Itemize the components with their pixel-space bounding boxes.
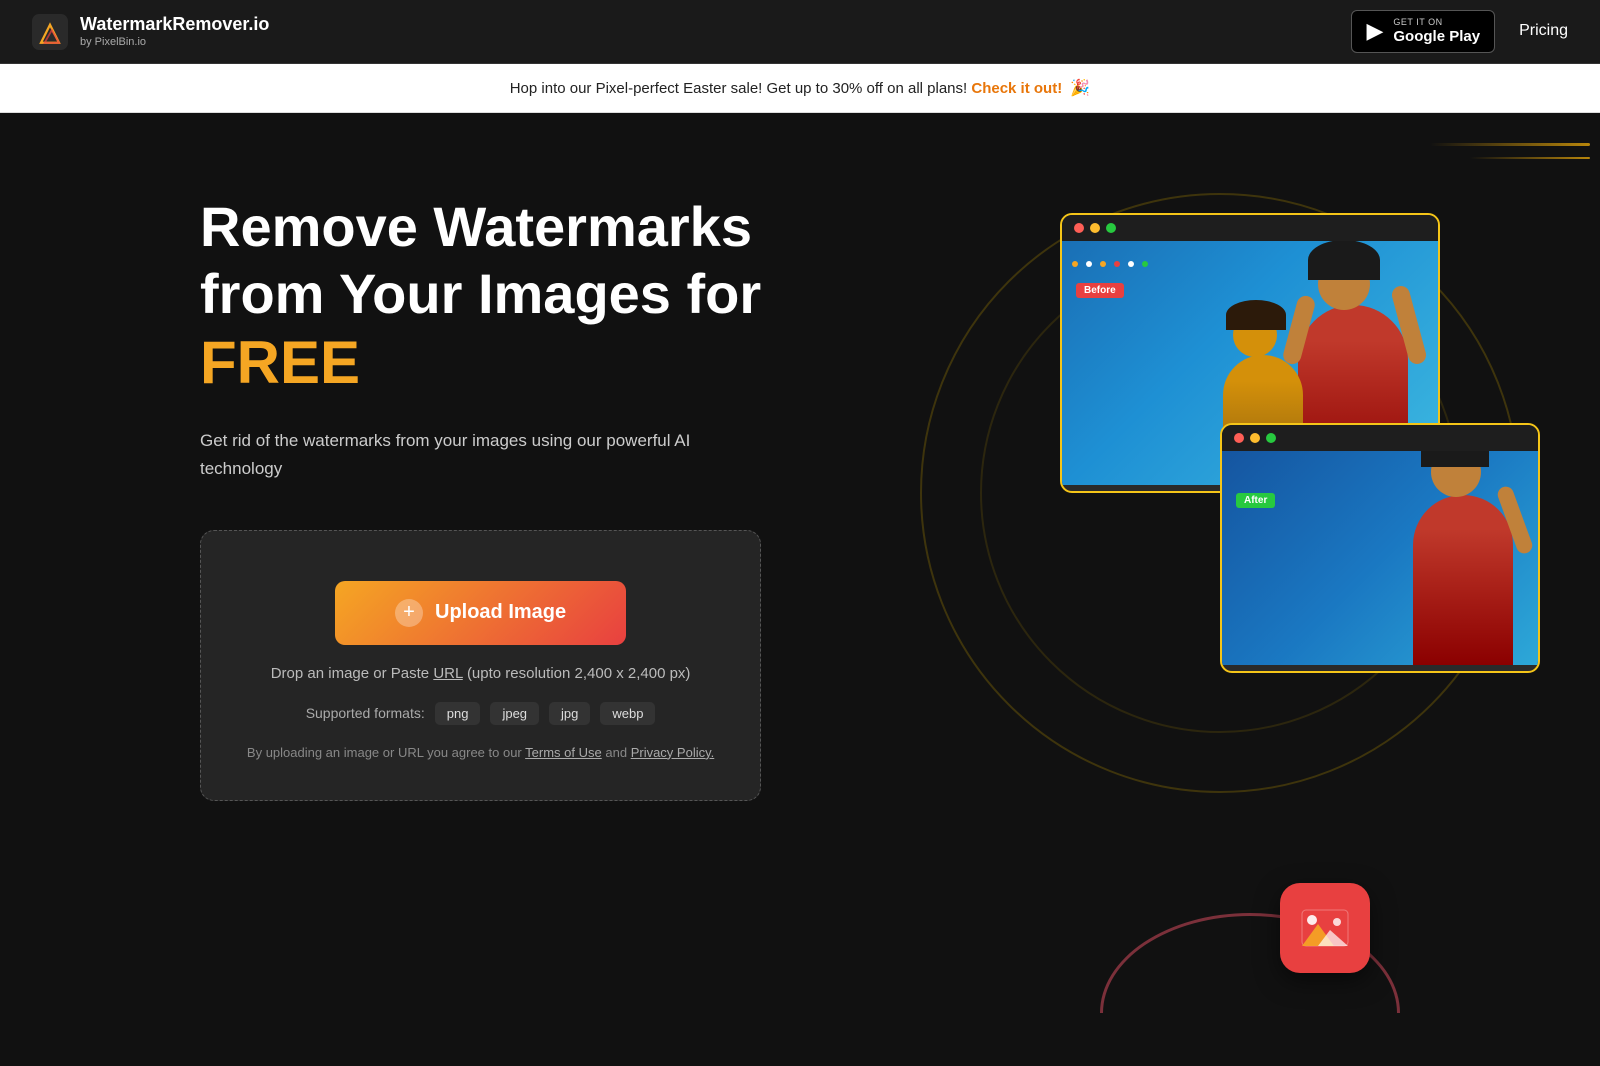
hero-title-line2: from Your Images for xyxy=(200,262,761,325)
logo-area: WatermarkRemover.io by PixelBin.io xyxy=(32,14,269,50)
dot-red-before xyxy=(1074,223,1084,233)
after-titlebar xyxy=(1222,425,1538,451)
before-titlebar xyxy=(1062,215,1438,241)
tos-text: By uploading an image or URL you agree t… xyxy=(247,745,714,760)
nav-right: ▶ GET IT ON Google Play Pricing xyxy=(1351,10,1568,53)
format-png: png xyxy=(435,702,481,725)
google-play-icon: ▶ xyxy=(1366,18,1383,44)
drop-text-pre: Drop an image or Paste xyxy=(271,665,429,682)
google-play-text: GET IT ON Google Play xyxy=(1393,17,1480,46)
image-svg-icon xyxy=(1300,908,1350,948)
formats-label: Supported formats: xyxy=(306,705,425,721)
announcement-text: Hop into our Pixel-perfect Easter sale! … xyxy=(510,80,967,97)
hero-title-free: FREE xyxy=(200,329,360,396)
confetti-4 xyxy=(1114,261,1120,267)
confetti-area xyxy=(1072,261,1172,267)
pricing-link[interactable]: Pricing xyxy=(1519,22,1568,40)
confetti-2 xyxy=(1086,261,1092,267)
format-jpg: jpg xyxy=(549,702,590,725)
navbar: WatermarkRemover.io by PixelBin.io ▶ GET… xyxy=(0,0,1600,64)
hero-title: Remove Watermarks from Your Images for F… xyxy=(200,193,761,399)
gp-bottom-label: Google Play xyxy=(1393,28,1480,46)
body-after xyxy=(1413,495,1513,665)
google-play-button[interactable]: ▶ GET IT ON Google Play xyxy=(1351,10,1495,53)
confetti-5 xyxy=(1128,261,1134,267)
drop-text: Drop an image or Paste URL (upto resolut… xyxy=(271,665,691,682)
hero-content: Remove Watermarks from Your Images for F… xyxy=(0,193,761,801)
deco-line-2 xyxy=(1470,157,1590,159)
hair-after xyxy=(1421,451,1489,467)
dot-green-after xyxy=(1266,433,1276,443)
gp-top-label: GET IT ON xyxy=(1393,17,1480,28)
hero-section: Remove Watermarks from Your Images for F… xyxy=(0,113,1600,1013)
privacy-policy-link[interactable]: Privacy Policy. xyxy=(631,745,715,760)
confetti-3 xyxy=(1100,261,1106,267)
logo-sub-text: by PixelBin.io xyxy=(80,36,269,49)
format-jpeg: jpeg xyxy=(490,702,539,725)
format-webp: webp xyxy=(600,702,655,725)
tos-and: and xyxy=(605,745,627,760)
upload-button-label: Upload Image xyxy=(435,601,566,624)
plus-circle-icon: + xyxy=(395,599,423,627)
hair2-before xyxy=(1226,300,1286,330)
before-label: Before xyxy=(1076,283,1124,298)
after-body: After xyxy=(1222,451,1538,665)
dot-yellow-before xyxy=(1090,223,1100,233)
party-icon: 🎉 xyxy=(1070,80,1090,97)
logo-icon xyxy=(32,14,68,50)
tos-pre: By uploading an image or URL you agree t… xyxy=(247,745,522,760)
dot-green-before xyxy=(1106,223,1116,233)
upload-image-button[interactable]: + Upload Image xyxy=(335,581,626,645)
upload-box: + Upload Image Drop an image or Paste UR… xyxy=(200,530,761,801)
image-icon-inner xyxy=(1298,906,1353,951)
dot-yellow-after xyxy=(1250,433,1260,443)
logo-text-block: WatermarkRemover.io by PixelBin.io xyxy=(80,14,269,49)
person-after xyxy=(1403,465,1523,665)
dot-red-after xyxy=(1234,433,1244,443)
formats-row: Supported formats: png jpeg jpg webp xyxy=(306,702,656,725)
drop-text-post: (upto resolution 2,400 x 2,400 px) xyxy=(467,665,690,682)
after-frame: After xyxy=(1220,423,1540,673)
confetti-1 xyxy=(1072,261,1078,267)
hero-title-line1: Remove Watermarks xyxy=(200,195,752,258)
announcement-bar: Hop into our Pixel-perfect Easter sale! … xyxy=(0,64,1600,113)
after-label: After xyxy=(1236,493,1275,508)
url-paste-link[interactable]: URL xyxy=(433,665,462,682)
confetti-6 xyxy=(1142,261,1148,267)
hair-before xyxy=(1308,241,1380,280)
hero-subtitle: Get rid of the watermarks from your imag… xyxy=(200,427,760,481)
check-it-out-link[interactable]: Check it out! xyxy=(971,80,1062,97)
deco-line-1 xyxy=(1430,143,1590,146)
image-icon-box xyxy=(1280,883,1370,973)
terms-of-use-link[interactable]: Terms of Use xyxy=(525,745,602,760)
logo-main-text: WatermarkRemover.io xyxy=(80,14,269,36)
